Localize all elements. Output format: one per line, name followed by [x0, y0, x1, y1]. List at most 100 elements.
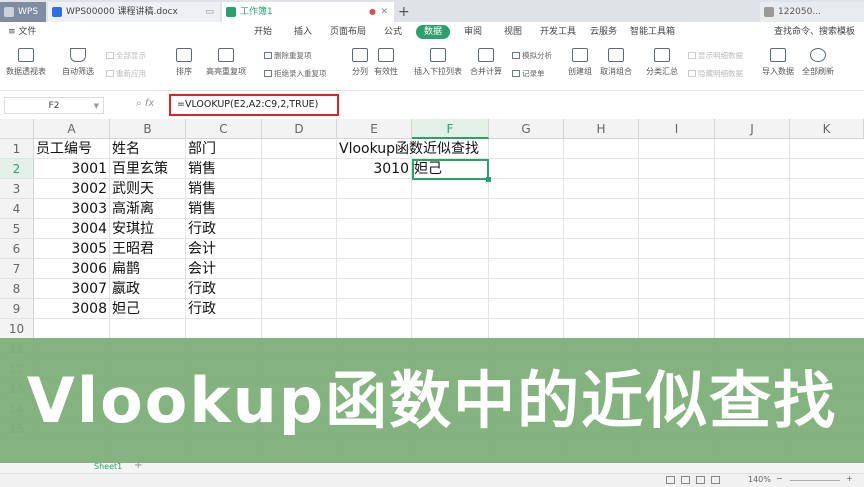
import-data-button[interactable]: 导入数据 [762, 48, 794, 77]
cell-c8[interactable]: 行政 [188, 279, 216, 299]
row-header-4[interactable]: 4 [0, 199, 34, 219]
menu-review[interactable]: 审阅 [464, 22, 482, 42]
cell-e2[interactable]: 3010 [337, 159, 409, 179]
row-header-5[interactable]: 5 [0, 219, 34, 239]
search-command[interactable]: 查找命令、搜索模板 [774, 22, 855, 42]
row-header-2[interactable]: 2 [0, 159, 34, 179]
close-icon[interactable]: ✕ [380, 2, 388, 22]
reapply-button[interactable]: 重新应用 [106, 68, 146, 79]
select-all-corner[interactable] [0, 119, 34, 139]
group-button[interactable]: 创建组 [568, 48, 592, 77]
cell-c2[interactable]: 销售 [188, 159, 216, 179]
cell-a7[interactable]: 3006 [34, 259, 107, 279]
cell-b3[interactable]: 武则天 [112, 179, 154, 199]
user-account[interactable]: 122050... [760, 2, 864, 22]
fill-handle[interactable] [486, 177, 491, 182]
highlight-duplicates-button[interactable]: 高亮重复项 [206, 48, 246, 77]
row-header-10[interactable]: 10 [0, 319, 34, 339]
new-tab-button[interactable]: + [398, 2, 410, 22]
cell-c1[interactable]: 部门 [188, 139, 216, 159]
add-sheet-button[interactable]: + [134, 460, 142, 471]
cell-b9[interactable]: 妲己 [112, 299, 140, 319]
close-icon[interactable]: ▭ [205, 2, 214, 22]
name-box[interactable]: F2 ▼ [4, 97, 104, 114]
cell-a6[interactable]: 3005 [34, 239, 107, 259]
ungroup-button[interactable]: 取消组合 [600, 48, 632, 77]
reading-view-icon[interactable] [711, 476, 720, 484]
pivot-table-button[interactable]: 数据透视表 [6, 48, 46, 77]
column-header-a[interactable]: A [34, 119, 110, 139]
consolidate-button[interactable]: 合并计算 [470, 48, 502, 77]
hide-detail-button[interactable]: 隐藏明细数据 [688, 68, 743, 79]
refresh-all-button[interactable]: 全部刷新 [802, 48, 834, 77]
row-header-8[interactable]: 8 [0, 279, 34, 299]
cell-c9[interactable]: 行政 [188, 299, 216, 319]
cell-b6[interactable]: 王昭君 [112, 239, 154, 259]
row-header-7[interactable]: 7 [0, 259, 34, 279]
zoom-out-button[interactable]: − [776, 474, 783, 483]
cell-e1[interactable]: Vlookup函数近似查找 [339, 139, 479, 159]
show-all-button[interactable]: 全部显示 [106, 50, 146, 61]
formula-input[interactable]: =VLOOKUP(E2,A2:C9,2,TRUE) [169, 94, 339, 116]
page-layout-icon[interactable] [681, 476, 690, 484]
cell-c7[interactable]: 会计 [188, 259, 216, 279]
menu-formula[interactable]: 公式 [384, 22, 402, 42]
menu-home[interactable]: 开始 [254, 22, 272, 42]
cell-b7[interactable]: 扁鹊 [112, 259, 140, 279]
normal-view-icon[interactable] [666, 476, 675, 484]
tab-wps-home[interactable]: WPS [0, 2, 46, 22]
cell-b2[interactable]: 百里玄策 [112, 159, 168, 179]
menu-insert[interactable]: 插入 [294, 22, 312, 42]
column-header-i[interactable]: I [639, 119, 715, 139]
what-if-button[interactable]: 模拟分析 [512, 50, 552, 61]
active-cell-selection[interactable] [412, 159, 491, 182]
show-detail-button[interactable]: 显示明细数据 [688, 50, 743, 61]
cell-b8[interactable]: 嬴政 [112, 279, 140, 299]
auto-filter-button[interactable]: 自动筛选 [62, 48, 94, 77]
record-form-button[interactable]: 记录单 [512, 68, 545, 79]
cell-c5[interactable]: 行政 [188, 219, 216, 239]
cell-a4[interactable]: 3003 [34, 199, 107, 219]
column-header-d[interactable]: D [262, 119, 337, 139]
cell-c4[interactable]: 销售 [188, 199, 216, 219]
cell-a1[interactable]: 员工编号 [36, 139, 92, 159]
menu-page-layout[interactable]: 页面布局 [330, 22, 366, 42]
view-mode-icons[interactable] [666, 476, 726, 486]
file-menu[interactable]: ≡ 文件 [8, 22, 36, 42]
cell-a8[interactable]: 3007 [34, 279, 107, 299]
cell-b4[interactable]: 高渐离 [112, 199, 154, 219]
menu-developer[interactable]: 开发工具 [540, 22, 576, 42]
column-header-f[interactable]: F [412, 119, 489, 139]
insert-dropdown-button[interactable]: 插入下拉列表 [414, 48, 462, 77]
column-header-g[interactable]: G [489, 119, 564, 139]
cell-b1[interactable]: 姓名 [112, 139, 140, 159]
chevron-down-icon[interactable]: ▼ [94, 98, 99, 115]
function-icon[interactable]: ⌕ fx [136, 98, 154, 109]
column-header-h[interactable]: H [564, 119, 639, 139]
tab-workbook[interactable]: 工作簿1 ● ✕ [222, 2, 394, 22]
cell-a9[interactable]: 3008 [34, 299, 107, 319]
text-to-columns-button[interactable]: 分列 [352, 48, 368, 77]
zoom-slider[interactable] [790, 480, 840, 481]
validation-button[interactable]: 有效性 [374, 48, 398, 77]
subtotal-button[interactable]: 分类汇总 [646, 48, 678, 77]
sort-button[interactable]: 排序 [176, 48, 192, 77]
menu-cloud[interactable]: 云服务 [590, 22, 617, 42]
row-header-9[interactable]: 9 [0, 299, 34, 319]
tab-document[interactable]: WPS00000 课程讲稿.docx ▭ [48, 2, 220, 22]
menu-view[interactable]: 视图 [504, 22, 522, 42]
cell-b5[interactable]: 安琪拉 [112, 219, 154, 239]
zoom-in-button[interactable]: + [846, 474, 853, 483]
cell-a5[interactable]: 3004 [34, 219, 107, 239]
row-header-3[interactable]: 3 [0, 179, 34, 199]
row-header-1[interactable]: 1 [0, 139, 34, 159]
cell-c6[interactable]: 会计 [188, 239, 216, 259]
menu-data[interactable]: 数据 [416, 25, 451, 39]
column-header-c[interactable]: C [186, 119, 262, 139]
zoom-level[interactable]: 140% [748, 475, 771, 484]
row-header-6[interactable]: 6 [0, 239, 34, 259]
column-header-b[interactable]: B [110, 119, 186, 139]
page-break-icon[interactable] [696, 476, 705, 484]
column-header-j[interactable]: J [715, 119, 790, 139]
sheet-tab[interactable]: Sheet1 [94, 462, 122, 471]
